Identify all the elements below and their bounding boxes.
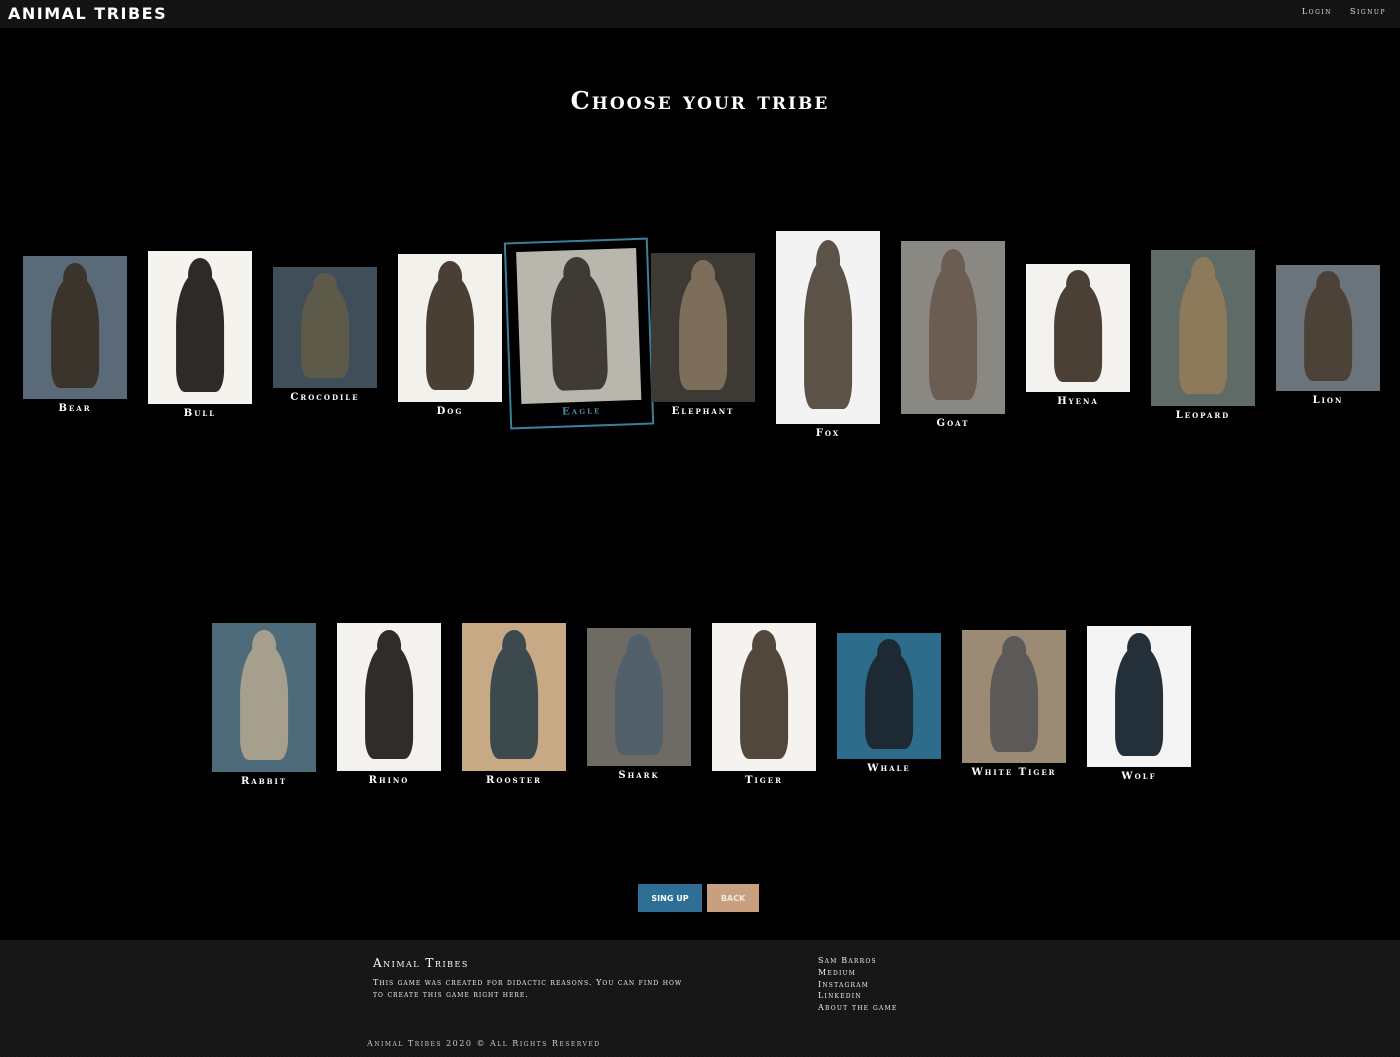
tribe-card-hyena[interactable]: Hyena — [1026, 264, 1130, 407]
tribe-card-goat[interactable]: Goat — [901, 241, 1005, 429]
tribe-card-bull[interactable]: Bull — [148, 251, 252, 419]
page-title: Choose your tribe — [570, 86, 830, 115]
tribe-label: Rooster — [486, 775, 542, 786]
tribe-card-elephant[interactable]: Elephant — [651, 253, 755, 417]
tribe-image — [901, 241, 1005, 414]
top-nav: Login Signup — [1302, 7, 1386, 16]
signup-link[interactable]: Signup — [1350, 7, 1386, 16]
tribe-image — [962, 630, 1066, 763]
tribe-image — [337, 623, 441, 771]
tribe-card-rooster[interactable]: Rooster — [462, 623, 566, 786]
tribe-card-whale[interactable]: Whale — [837, 633, 941, 774]
tribe-image — [273, 267, 377, 388]
tribe-label: Leopard — [1175, 410, 1231, 421]
tribe-image — [651, 253, 755, 402]
tribe-card-tiger[interactable]: Tiger — [712, 623, 816, 786]
tribe-label: Rabbit — [240, 776, 288, 787]
tribe-label: Tiger — [745, 775, 783, 786]
footer-link-instagram[interactable]: Instagram — [818, 979, 897, 991]
footer-link-medium[interactable]: Medium — [818, 967, 897, 979]
tribe-label: Dog — [436, 406, 464, 417]
brand-logo[interactable]: ANIMAL TRIBES — [8, 4, 167, 23]
tribe-label: Goat — [936, 418, 970, 429]
tribe-card-rhino[interactable]: Rhino — [337, 623, 441, 786]
footer-link-linkedin[interactable]: Linkedin — [818, 990, 897, 1002]
tribe-image — [148, 251, 252, 404]
tribe-label: Bull — [183, 408, 217, 419]
footer-links: Sam Barros Medium Instagram Linkedin Abo… — [818, 955, 897, 1014]
tribe-label: Shark — [618, 770, 660, 781]
tribe-image — [1026, 264, 1130, 392]
top-bar: ANIMAL TRIBES Login Signup — [0, 0, 1400, 28]
tribe-card-leopard[interactable]: Leopard — [1151, 250, 1255, 421]
tribe-card-crocodile[interactable]: Crocodile — [273, 267, 377, 403]
copyright-text: Animal Tribes 2020 © All Rights Reserved — [367, 1039, 601, 1048]
tribe-card-dog[interactable]: Dog — [398, 254, 502, 417]
signup-button[interactable]: SING UP — [638, 884, 702, 912]
tribe-card-rabbit[interactable]: Rabbit — [212, 623, 316, 787]
footer-link-about[interactable]: About the game — [818, 1002, 897, 1014]
tribe-image — [837, 633, 941, 759]
footer-title: Animal Tribes — [373, 956, 469, 970]
tribe-image — [1276, 265, 1380, 391]
tribe-image — [1087, 626, 1191, 767]
tribe-image — [398, 254, 502, 402]
back-button[interactable]: BACK — [707, 884, 759, 912]
tribe-label: Wolf — [1121, 771, 1157, 782]
tribe-label: Lion — [1312, 395, 1344, 406]
tribe-label: Rhino — [368, 775, 410, 786]
footer: Animal Tribes This game was created for … — [0, 940, 1400, 1057]
tribe-card-shark[interactable]: Shark — [587, 628, 691, 781]
tribe-image — [23, 256, 127, 399]
tribe-card-white-tiger[interactable]: White Tiger — [962, 630, 1066, 778]
tribe-image — [587, 628, 691, 766]
tribe-label: Crocodile — [290, 392, 360, 403]
tribe-card-wolf[interactable]: Wolf — [1087, 626, 1191, 782]
tribe-image — [516, 247, 642, 405]
footer-description: This game was created for didactic reaso… — [373, 978, 683, 999]
footer-link-sam-barros[interactable]: Sam Barros — [818, 955, 897, 967]
login-link[interactable]: Login — [1302, 7, 1332, 16]
tribe-label: Eagle — [561, 405, 602, 418]
tribe-label: Fox — [815, 428, 841, 439]
tribe-image — [712, 623, 816, 771]
tribe-image — [212, 623, 316, 772]
tribe-image — [462, 623, 566, 771]
tribe-card-bear[interactable]: Bear — [23, 256, 127, 414]
tribe-card-eagle-selected[interactable]: Eagle — [503, 237, 655, 430]
tribe-label: Bear — [58, 403, 92, 414]
tribe-card-lion[interactable]: Lion — [1276, 265, 1380, 406]
tribe-label: White Tiger — [971, 767, 1057, 778]
tribe-image — [1151, 250, 1255, 406]
tribe-label: Whale — [867, 763, 911, 774]
tribe-image — [776, 231, 880, 424]
tribe-card-fox[interactable]: Fox — [776, 231, 880, 439]
tribe-label: Elephant — [671, 406, 735, 417]
tribe-label: Hyena — [1057, 396, 1099, 407]
